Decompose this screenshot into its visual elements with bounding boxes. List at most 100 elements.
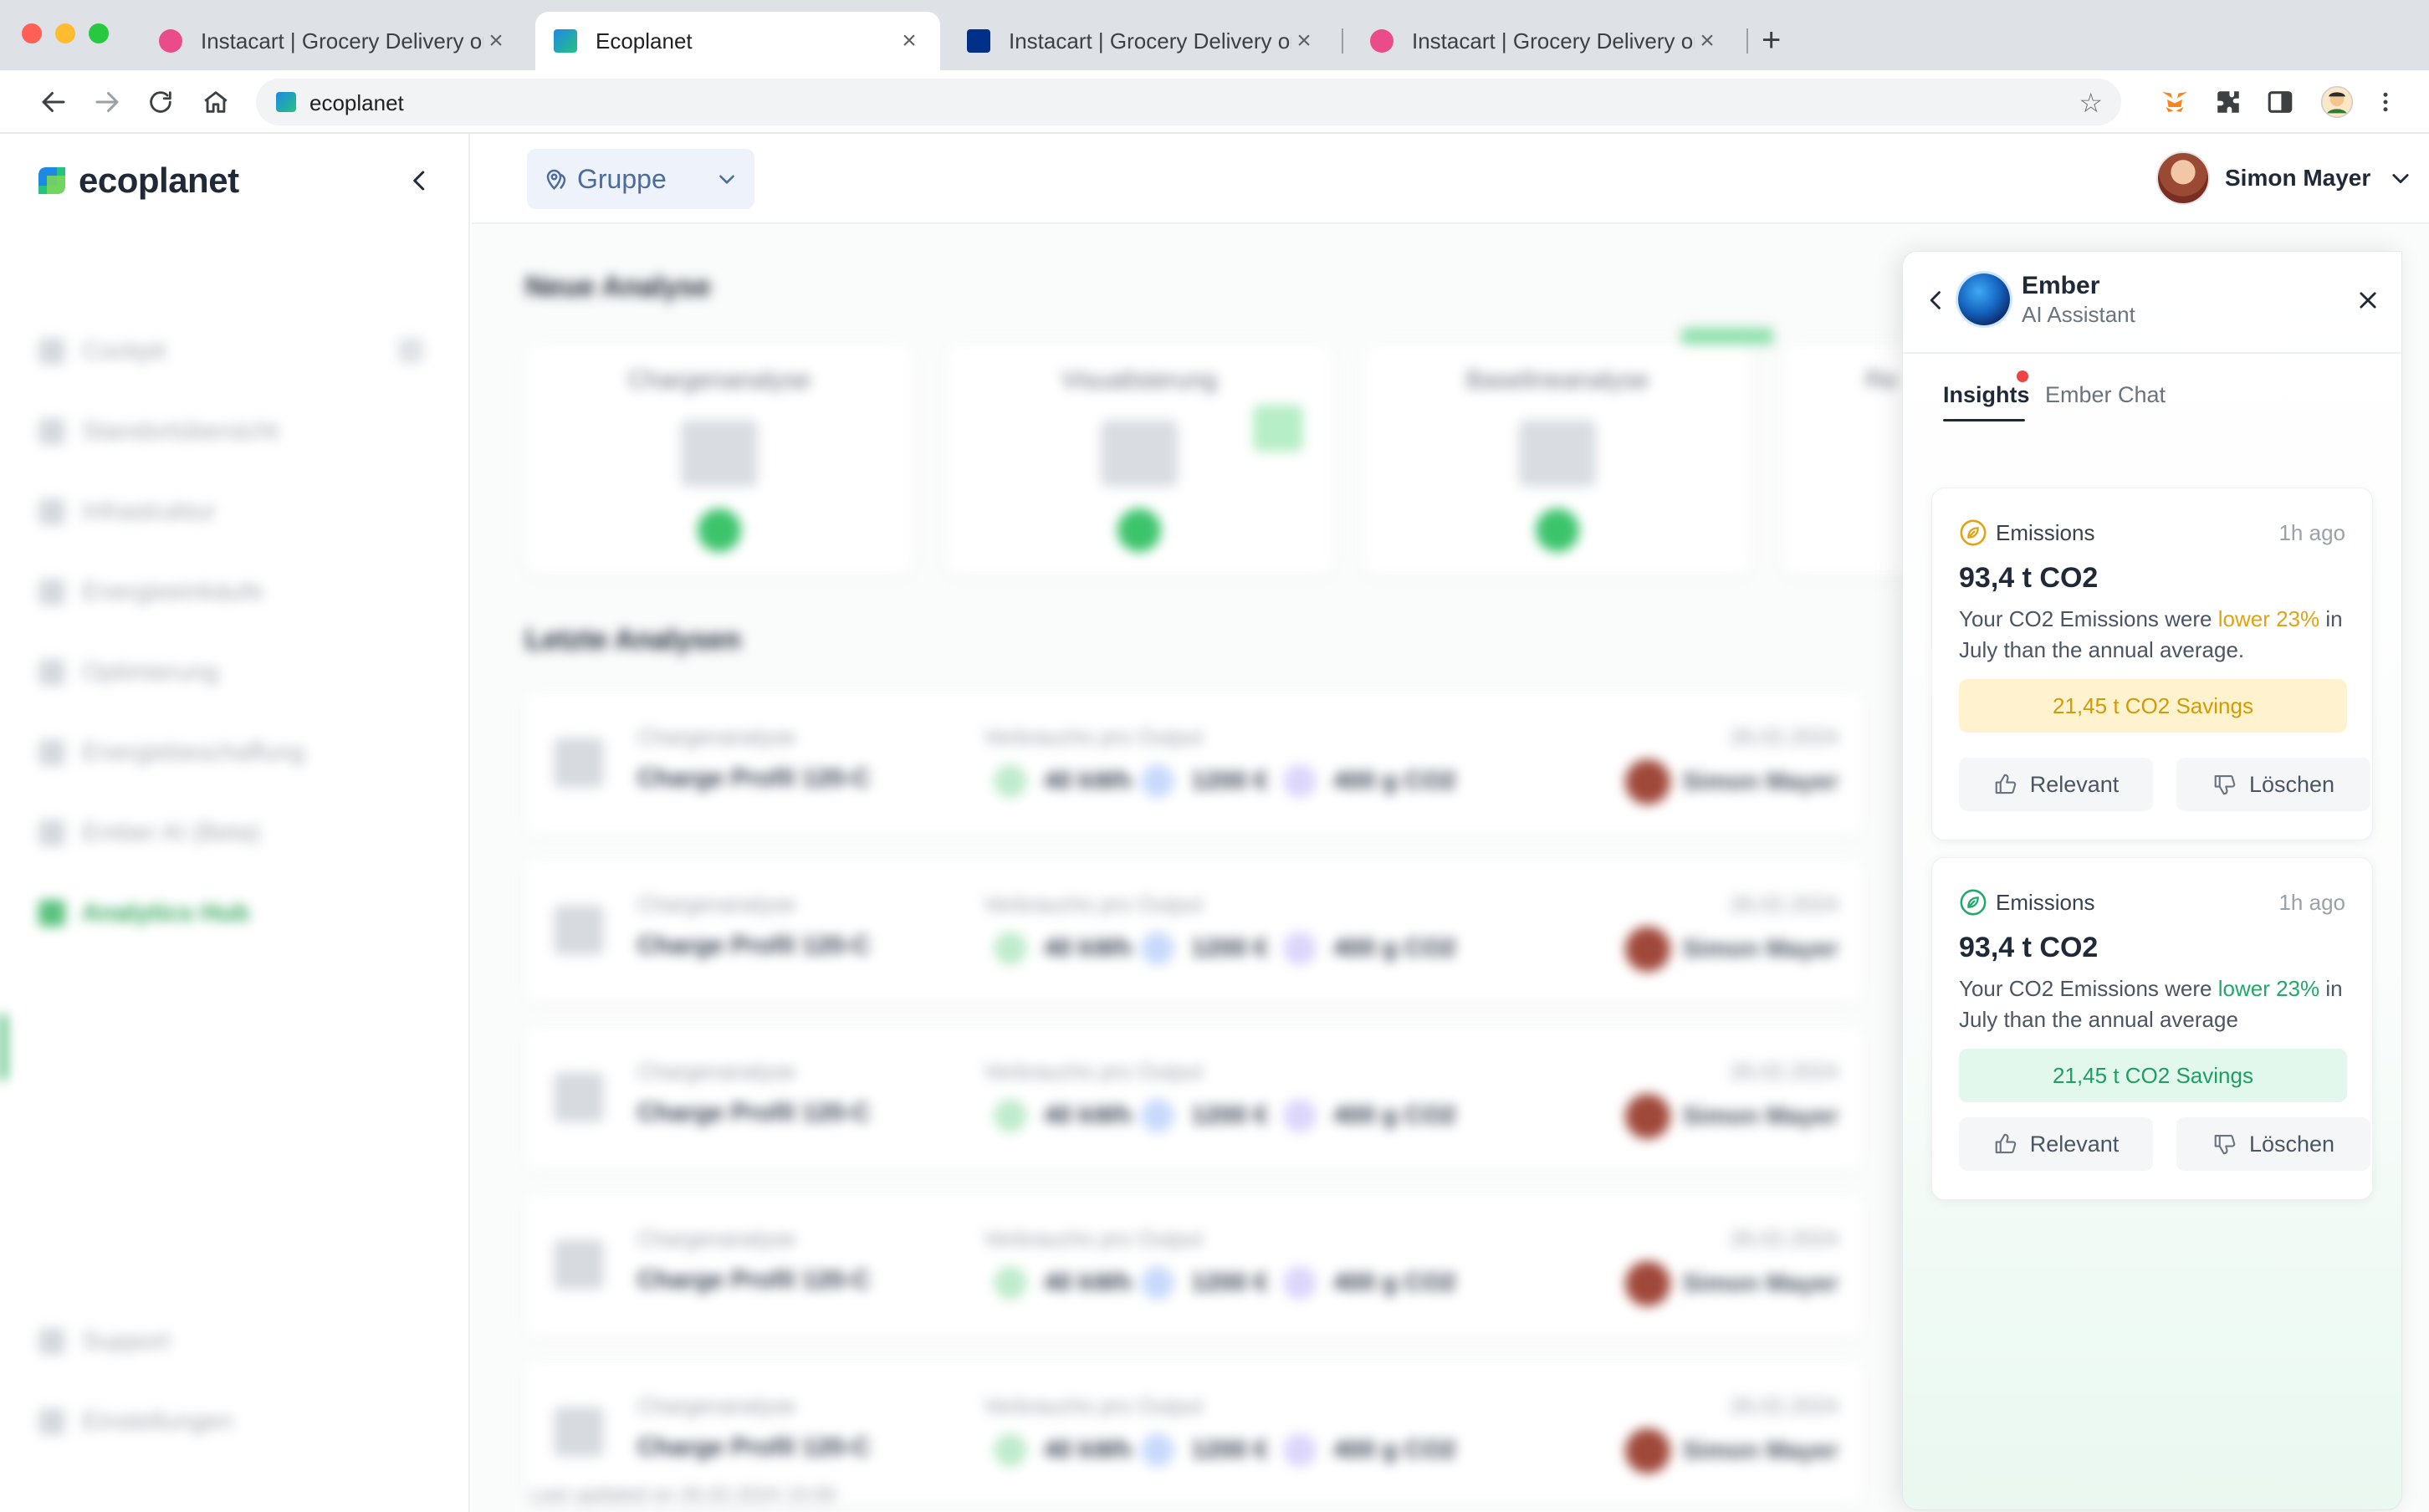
avatar	[2156, 151, 2210, 205]
table-row[interactable]: Chargenanalyse Charge Profil 120-C Verbr…	[525, 1361, 1864, 1504]
avatar	[1625, 1261, 1671, 1306]
group-selector[interactable]: Gruppe	[527, 149, 754, 209]
infrastructure-icon	[38, 498, 65, 525]
ember-back-button[interactable]	[1921, 285, 1951, 315]
close-icon	[2360, 292, 2376, 309]
table-row[interactable]: Chargenanalyse Charge Profil 120-C Verbr…	[525, 860, 1864, 1002]
add-icon[interactable]	[698, 508, 741, 552]
sidebar-item-infrastruktur[interactable]: Infrastruktur	[38, 487, 216, 537]
forward-button[interactable]	[90, 85, 124, 119]
kwh-metric: 40 kWh	[994, 932, 1132, 965]
window-close-button[interactable]	[22, 23, 42, 43]
sidebar-item-ember-ai[interactable]: Ember AI (Beta)	[38, 808, 260, 858]
tab-insights[interactable]: Insights	[1943, 382, 2030, 408]
home-button[interactable]	[199, 85, 233, 119]
sidebar-item-standorte[interactable]: Standortübersicht	[38, 406, 279, 457]
sidebar-item-analytics-hub[interactable]: Analytics Hub	[38, 888, 249, 938]
row-type: Chargenanalyse	[637, 891, 796, 917]
tab-close-icon[interactable]: ×	[483, 27, 509, 55]
euro-icon	[1141, 1266, 1174, 1300]
tab-close-icon[interactable]: ×	[1695, 27, 1720, 55]
browser-menu-icon[interactable]	[2367, 84, 2404, 120]
tab-separator	[1746, 28, 1748, 54]
new-tab-button[interactable]: +	[1762, 22, 1781, 59]
co2-metric: 400 g CO2	[1283, 1099, 1456, 1132]
row-user: Simon Mayer	[1625, 1094, 1838, 1139]
savings-banner: 21,45 t CO2 Savings	[1959, 679, 2347, 733]
thumbs-up-icon	[1995, 774, 2017, 794]
list-illustration	[1101, 420, 1178, 487]
energy-icon	[994, 1099, 1027, 1132]
energy-icon	[994, 932, 1027, 965]
sidebar-item-einstellungen[interactable]: Einstellungen	[38, 1397, 233, 1447]
kwh-metric: 40 kWh	[994, 1266, 1132, 1300]
profile-avatar-icon[interactable]	[2319, 84, 2355, 120]
ember-panel-header: Ember AI Assistant	[1903, 252, 2401, 354]
sidebar-item-support[interactable]: Support	[38, 1316, 170, 1366]
bookmark-star-icon[interactable]: ☆	[2079, 87, 2103, 119]
tab-ember-chat[interactable]: Ember Chat	[2045, 382, 2166, 408]
ember-close-button[interactable]	[2353, 285, 2383, 315]
row-date: 26.02.2024	[1729, 1226, 1838, 1251]
browser-tab-2[interactable]: Ecoplanet ×	[535, 12, 940, 70]
browser-tab-3[interactable]: Instacart | Grocery Delivery or ×	[949, 12, 1335, 70]
row-user: Simon Mayer	[1625, 1428, 1838, 1474]
home-icon	[204, 91, 228, 113]
window-zoom-button[interactable]	[89, 23, 109, 43]
table-row[interactable]: Chargenanalyse Charge Profil 120-C Verbr…	[525, 692, 1864, 835]
add-icon[interactable]	[1117, 508, 1161, 552]
beta-tag	[1681, 328, 1773, 345]
delete-button[interactable]: Löschen	[2176, 1117, 2370, 1171]
window-minimize-button[interactable]	[55, 23, 75, 43]
cloud-icon	[1283, 1433, 1317, 1467]
tab-close-icon[interactable]: ×	[897, 27, 922, 55]
kwh-metric: 40 kWh	[994, 764, 1132, 798]
analysis-card-visual[interactable]: Visualisierung	[945, 345, 1333, 575]
chevron-left-icon	[413, 171, 425, 191]
address-bar[interactable]: ecoplanet ☆	[256, 79, 2121, 125]
euro-icon	[1141, 932, 1174, 965]
analysis-card-baseline[interactable]: Baselineanalyse	[1363, 345, 1751, 575]
sidebar-item-optimierung[interactable]: Optimierung	[38, 647, 218, 697]
user-menu[interactable]: Simon Mayer	[2156, 151, 2412, 206]
table-row[interactable]: Chargenanalyse Charge Profil 120-C Verbr…	[525, 1194, 1864, 1336]
optimization-icon	[38, 659, 65, 686]
sidebar-item-energieeinkaeufe[interactable]: Energieeinkäufe	[38, 567, 263, 617]
support-icon	[38, 1328, 65, 1355]
back-button[interactable]	[37, 85, 70, 119]
row-name: Charge Profil 120-C	[637, 1433, 871, 1461]
metamask-extension-icon[interactable]	[2156, 84, 2193, 120]
energy-icon	[994, 1433, 1027, 1467]
tab-title: Instacart | Grocery Delivery or	[1009, 28, 1291, 54]
eur-metric: 1200 €	[1141, 764, 1268, 798]
arrow-left-icon	[42, 92, 65, 112]
sidebar-item-label: Infrastruktur	[82, 498, 217, 525]
tab-close-icon[interactable]: ×	[1291, 27, 1317, 55]
browser-tab-4[interactable]: Instacart | Grocery Delivery or ×	[1352, 12, 1738, 70]
reload-button[interactable]	[144, 85, 177, 119]
add-icon[interactable]	[1536, 508, 1579, 552]
analysis-card-charge[interactable]: Chargenanalyse	[525, 345, 913, 575]
sidebar-item-energiebeschaffung[interactable]: Energiebeschaffung	[38, 728, 304, 778]
side-panel-icon[interactable]	[2262, 84, 2299, 120]
row-kpi-head: Verbrauchs pro Output	[984, 1393, 1203, 1418]
relevant-button[interactable]: Relevant	[1959, 1117, 2153, 1171]
eur-metric: 1200 €	[1141, 932, 1268, 965]
euro-icon	[1141, 764, 1174, 798]
delete-button[interactable]: Löschen	[2176, 758, 2370, 811]
ember-assistant-panel: Ember AI Assistant Insights Ember Chat E…	[1902, 251, 2402, 1510]
extensions-puzzle-icon[interactable]	[2210, 84, 2247, 120]
table-row[interactable]: Chargenanalyse Charge Profil 120-C Verbr…	[525, 1027, 1864, 1169]
row-date: 26.02.2024	[1729, 891, 1838, 917]
procurement-icon	[38, 739, 65, 766]
table-illustration	[681, 420, 758, 487]
row-date: 26.02.2024	[1729, 1059, 1838, 1084]
leaf-icon	[1960, 519, 1987, 546]
collapse-sidebar-button[interactable]	[403, 164, 437, 197]
browser-tab-1[interactable]: Instacart | Grocery Delivery or ×	[141, 12, 527, 70]
edit-icon[interactable]	[398, 338, 423, 363]
row-user: Simon Mayer	[1625, 759, 1838, 805]
sidebar-item-cockpit[interactable]: Cockpit	[38, 326, 423, 376]
row-type: Chargenanalyse	[637, 1059, 796, 1084]
relevant-button[interactable]: Relevant	[1959, 758, 2153, 811]
